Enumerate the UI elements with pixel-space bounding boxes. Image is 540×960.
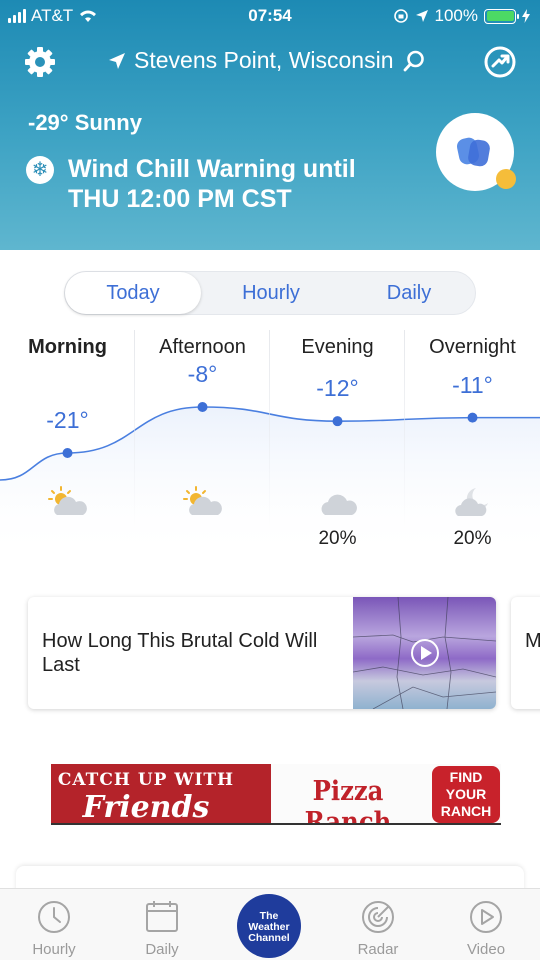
weather-app-screen: AT&T 07:54 100% Stevens Point, Wisconsin…	[0, 0, 540, 960]
current-conditions: -29° Sunny	[28, 110, 142, 135]
period-temp: -21°	[46, 407, 89, 433]
tab-daily[interactable]: Daily	[341, 272, 477, 314]
gear-icon[interactable]	[22, 44, 58, 80]
nav-radar[interactable]: Radar	[324, 889, 432, 960]
nav-label: Radar	[357, 941, 399, 958]
status-bar: AT&T 07:54 100%	[0, 0, 540, 34]
play-icon	[470, 901, 502, 933]
precip-chance: 20%	[318, 528, 357, 549]
assistant-badge	[496, 169, 516, 189]
charging-icon	[522, 9, 530, 23]
location-name: Stevens Point, Wisconsin	[134, 47, 394, 73]
snowflake-icon: ❄	[26, 156, 54, 184]
search-icon[interactable]	[402, 49, 426, 73]
tab-today[interactable]: Today	[65, 272, 201, 314]
news-title-peek: M ex	[525, 630, 540, 652]
ad-cta-line-2: YOUR	[445, 786, 487, 802]
ad-line-1: CATCH UP WITH	[57, 770, 235, 790]
nav-label: Daily	[145, 941, 179, 958]
share-icon[interactable]	[482, 44, 518, 80]
location-services-icon	[415, 10, 428, 22]
location-selector[interactable]: Stevens Point, Wisconsin	[108, 47, 426, 74]
partly-cloudy-night-icon	[455, 488, 488, 516]
weather-channel-logo-button[interactable]: The Weather Channel	[237, 894, 301, 958]
period-morning[interactable]: Morning -21°	[0, 330, 135, 555]
logo-line-3: Channel	[248, 932, 290, 944]
nav-daily[interactable]: Daily	[108, 889, 216, 960]
today-forecast: Morning -21° Afternoon -8° Evening -12° …	[0, 330, 540, 560]
nav-label: Hourly	[32, 941, 76, 958]
alert-line-2: THU 12:00 PM CST	[68, 185, 292, 213]
period-afternoon[interactable]: Afternoon -8°	[135, 330, 270, 555]
period-temp: -12°	[316, 375, 359, 402]
alert-text: Wind Chill Warning until THU 12:00 PM CS…	[68, 154, 356, 214]
rotation-lock-icon	[393, 9, 408, 23]
nav-video[interactable]: Video	[432, 889, 540, 960]
battery-icon	[484, 8, 519, 24]
weather-alert[interactable]: ❄ Wind Chill Warning until THU 12:00 PM …	[26, 154, 406, 214]
nav-hourly[interactable]: Hourly	[0, 889, 108, 960]
period-evening[interactable]: Evening -12° 20%	[270, 330, 405, 555]
ad-banner[interactable]: CATCH UP WITH Friends Pizza Ranch FIND Y…	[51, 764, 501, 825]
partly-sunny-icon	[48, 486, 87, 515]
ad-left-panel: CATCH UP WITH Friends	[51, 764, 271, 825]
period-label: Overnight	[429, 336, 516, 358]
ad-line-2: Friends	[82, 790, 210, 825]
forecast-tabs: Today Hourly Daily	[64, 271, 476, 315]
radar-icon	[362, 901, 394, 933]
tab-hourly[interactable]: Hourly	[201, 272, 341, 314]
period-label: Morning	[28, 336, 107, 358]
ad-cta-line-3: RANCH	[440, 803, 492, 819]
ad-cta-button[interactable]: FIND YOUR RANCH	[432, 766, 500, 823]
precip-chance: 20%	[453, 528, 492, 549]
header: AT&T 07:54 100% Stevens Point, Wisconsin…	[0, 0, 540, 250]
battery-percent: 100%	[434, 6, 478, 25]
period-label: Evening	[301, 336, 374, 358]
period-label: Afternoon	[159, 336, 246, 358]
forecast-periods: Morning -21° Afternoon -8° Evening -12° …	[0, 330, 540, 560]
status-right: 100%	[393, 6, 530, 26]
news-thumbnail	[353, 597, 496, 709]
location-arrow-icon	[109, 52, 125, 69]
partly-sunny-icon	[183, 486, 222, 515]
ad-brand-logo: Pizza Ranch	[304, 776, 392, 825]
period-temp: -8°	[187, 361, 218, 387]
calendar-icon	[146, 901, 178, 932]
nav-label: Video	[466, 941, 506, 958]
period-overnight[interactable]: Overnight -11° 20%	[405, 330, 540, 555]
ad-cta-line-1: FIND	[449, 769, 483, 785]
cloud-icon	[321, 494, 357, 515]
assistant-button[interactable]	[436, 113, 516, 191]
top-nav: Stevens Point, Wisconsin	[0, 40, 540, 84]
news-card-next[interactable]: M ex	[511, 597, 540, 709]
alert-line-1: Wind Chill Warning until	[68, 155, 356, 183]
period-temp: -11°	[452, 371, 493, 398]
news-card[interactable]: How Long This Brutal Cold Will Last	[28, 597, 496, 709]
clock-icon	[38, 901, 70, 933]
news-title: How Long This Brutal Cold Will Last	[42, 630, 318, 676]
